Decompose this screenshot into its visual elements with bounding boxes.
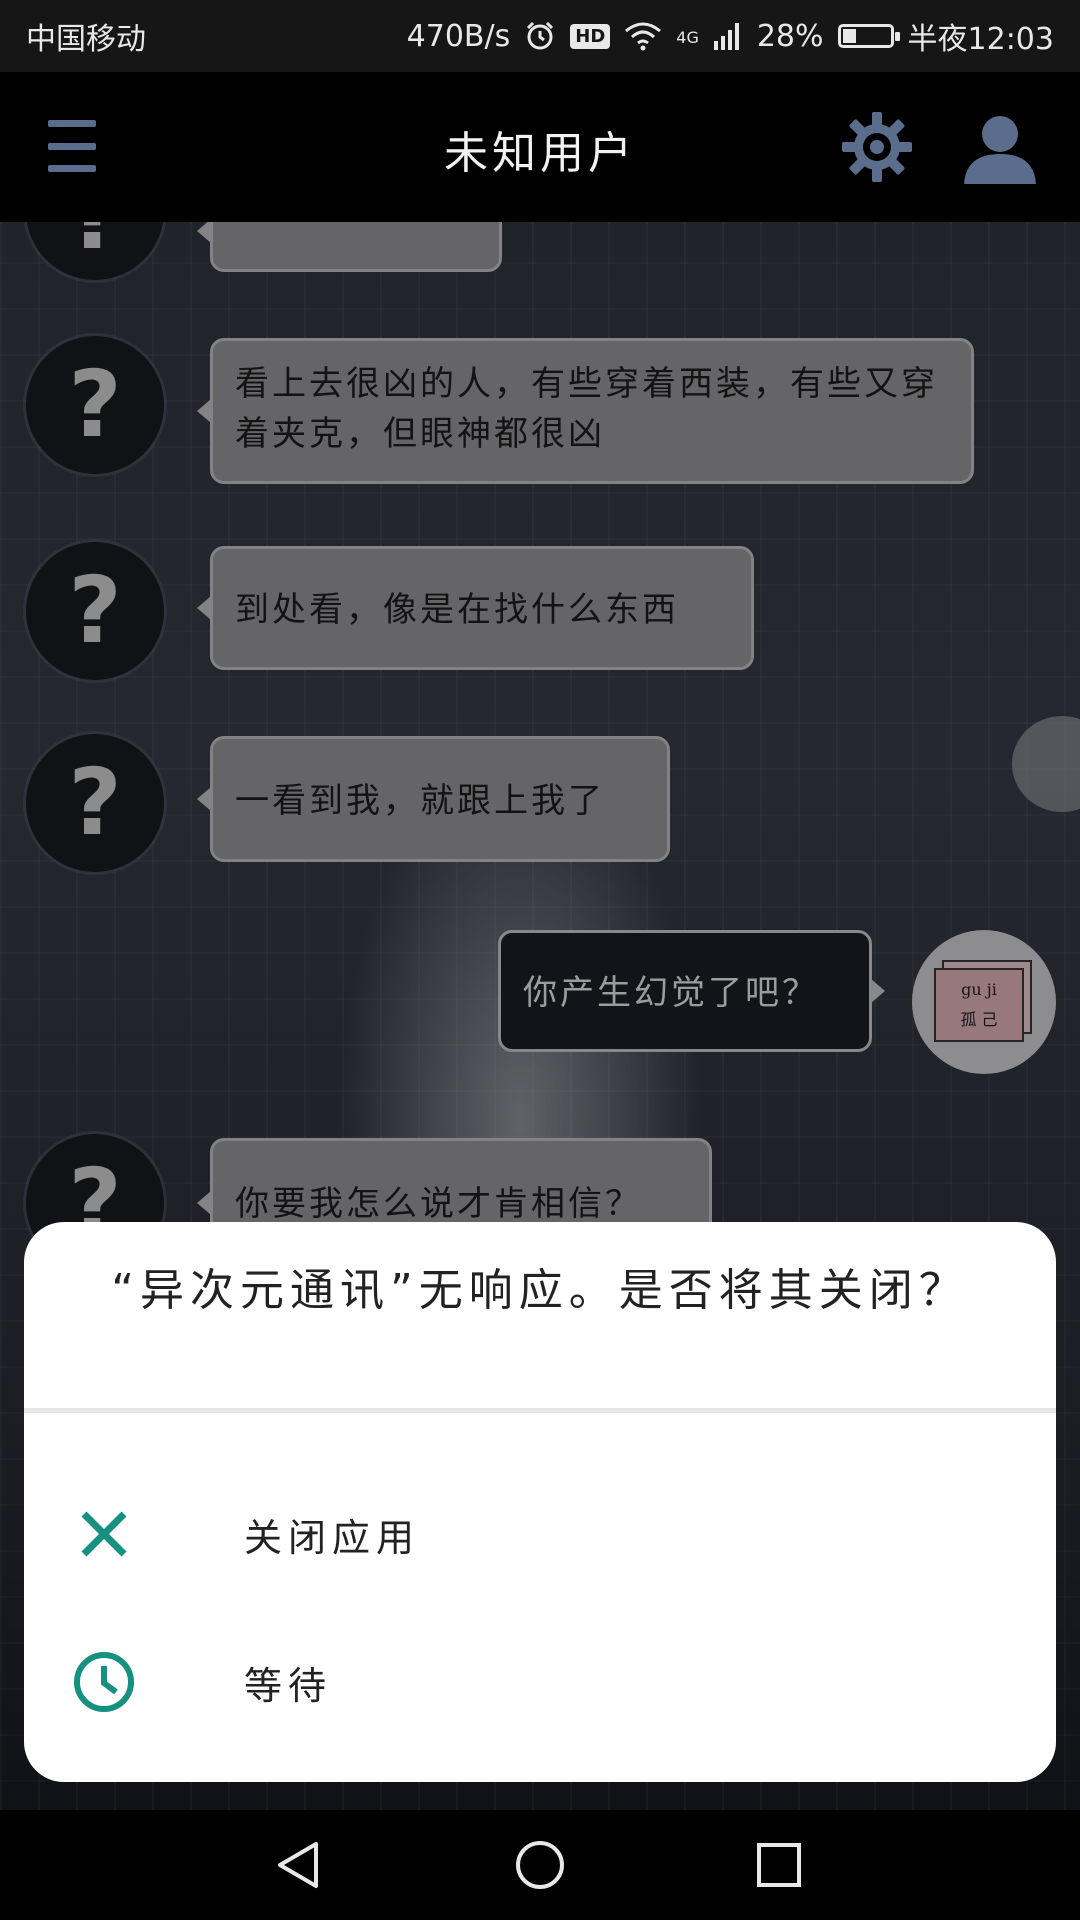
close-icon — [81, 1511, 127, 1557]
status-icons: 470B/s HD 4G 28% 半夜12:03 — [407, 14, 1054, 58]
home-icon[interactable] — [513, 1838, 567, 1892]
battery-level: 28% — [756, 18, 824, 54]
navigation-bar — [0, 1810, 1080, 1920]
back-icon[interactable] — [272, 1838, 326, 1892]
clock-time: 半夜12:03 — [907, 22, 1054, 57]
hd-badge: HD — [570, 23, 611, 49]
wifi-icon — [625, 22, 662, 51]
app-not-responding-dialog: “异次元通讯”无响应。是否将其关闭？ 关闭应用 等待 — [24, 1222, 1056, 1782]
dialog-message: “异次元通讯”无响应。是否将其关闭？ — [111, 1265, 969, 1316]
alarm-icon — [527, 21, 554, 50]
user-icon[interactable] — [962, 114, 1038, 184]
clock-icon — [74, 1652, 134, 1712]
dialog-divider — [24, 1408, 1056, 1413]
signal-icon — [713, 23, 739, 50]
battery-icon — [837, 24, 900, 48]
carrier-name: 中国移动 — [26, 22, 146, 57]
network-type: 4G — [676, 28, 699, 47]
wait-button[interactable]: 等待 — [24, 1612, 1056, 1752]
close-app-button[interactable]: 关闭应用 — [24, 1464, 1056, 1604]
app-bar: 未知用户 — [0, 72, 1080, 222]
page-title: 未知用户 — [444, 128, 636, 179]
close-app-label: 关闭应用 — [244, 1515, 421, 1560]
gear-icon[interactable] — [840, 110, 914, 184]
recents-icon[interactable] — [752, 1838, 806, 1892]
net-speed: 470B/s — [406, 18, 511, 54]
status-bar: 中国移动 470B/s HD 4G 28% 半夜12:03 — [0, 0, 1080, 72]
wait-label: 等待 — [244, 1663, 333, 1708]
